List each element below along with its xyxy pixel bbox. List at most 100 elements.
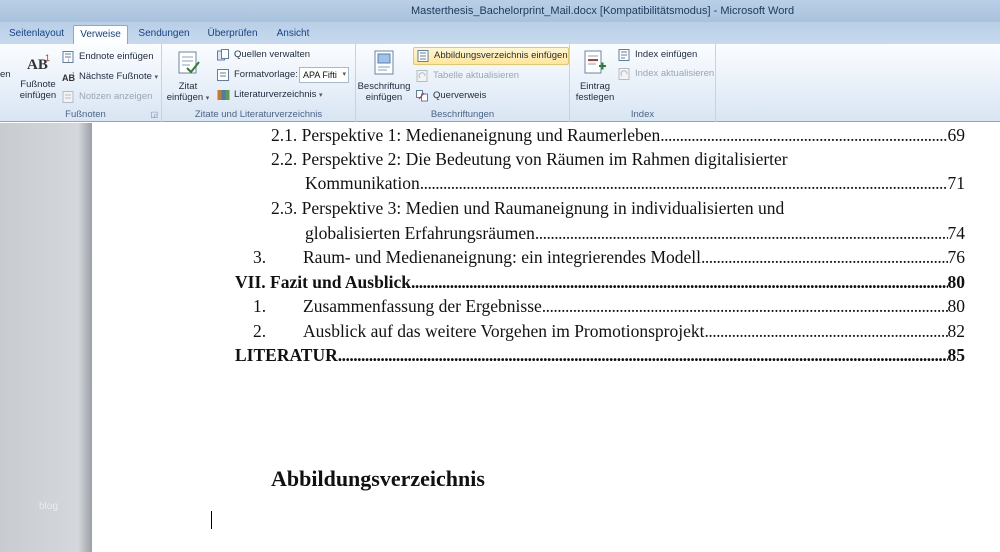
group-label-index: Index (630, 109, 655, 120)
chevron-down-icon: ▾ (205, 95, 210, 102)
index-icon (618, 49, 631, 61)
toc-page: 80 (947, 296, 966, 316)
toc-text: Perspektive 2: Die Bedeutung von Räumen … (301, 149, 788, 169)
style-select[interactable]: APA Fifti ▾ (299, 67, 349, 83)
toc-text: Perspektive 3: Medien und Raumaneignung … (301, 198, 785, 218)
toc-text: LITERATUR (235, 345, 338, 365)
next-footnote-icon: AB 1 (62, 71, 75, 83)
insert-caption-label-1: Beschriftung (357, 81, 411, 92)
toc-entry-continuation[interactable]: Kommunikation 71 (305, 172, 965, 194)
text-cursor (211, 511, 212, 529)
update-table-label: Tabelle aktualisieren (433, 70, 520, 81)
section-heading: Abbildungsverzeichnis (271, 466, 485, 491)
toc-page: 76 (947, 247, 966, 267)
endnote-icon: i (62, 51, 75, 64)
tab-seitenlayout[interactable]: Seitenlayout (9, 25, 64, 44)
toc-chapter[interactable]: VII. Fazit und Ausblick 80 (235, 271, 965, 293)
insert-caption-label-2: einfügen (365, 92, 403, 103)
toc-leader (411, 271, 947, 293)
tab-ueberpruefen[interactable]: Überprüfen (205, 25, 260, 44)
toc-leader (420, 172, 948, 194)
mark-entry-label-2: festlegen (575, 92, 615, 103)
insert-table-of-figures-label: Abbildungsverzeichnis einfügen (434, 50, 568, 61)
mark-entry-button[interactable]: Eintrag festlegen (572, 50, 618, 103)
sources-icon (217, 49, 230, 61)
toc-number: 2.2. (271, 149, 298, 169)
toc-text-cont: Kommunikation (305, 173, 420, 193)
toc-text: Zusammenfassung der Ergebnisse (303, 296, 542, 316)
toc-text-cont: globalisierten Erfahrungsräumen (305, 223, 535, 243)
cross-reference-label: Querverweis (433, 90, 487, 101)
toc-text: Raum- und Medienaneignung: ein integrier… (303, 247, 702, 267)
toc-leader (701, 246, 947, 268)
toc-number: 2. (253, 321, 267, 341)
chevron-down-icon: ▾ (342, 71, 346, 78)
toc-entry[interactable]: 2. Ausblick auf das weitere Vorgehen im P… (253, 320, 965, 342)
toc-number: 1. (253, 296, 267, 316)
group-label-citations: Zitate und Literaturverzeichnis (194, 109, 323, 120)
mark-entry-icon (572, 50, 618, 79)
toc-page: 85 (947, 345, 966, 365)
manage-sources-button[interactable]: Quellen verwalten (217, 46, 310, 64)
toc-page: 82 (947, 321, 966, 341)
insert-footnote-button[interactable]: AB 1 Fußnote einfügen (16, 52, 60, 101)
insert-caption-button[interactable]: Beschriftung einfügen (356, 50, 412, 103)
show-notes-button[interactable]: Notizen anzeigen (62, 88, 152, 106)
style-label-text: Formatvorlage: (234, 69, 298, 80)
toc-entry[interactable]: 2.3. Perspektive 3: Medien und Raumaneig… (271, 197, 784, 219)
group-footnotes: AB 1 Fußnote einfügen i Endnote einfügen… (10, 44, 162, 122)
toc-text: Perspektive 1: Medienaneignung und Raume… (301, 125, 661, 145)
tab-sendungen[interactable]: Sendungen (138, 25, 190, 44)
tab-ansicht[interactable]: Ansicht (274, 25, 312, 44)
insert-footnote-label-1: Fußnote (20, 79, 56, 90)
toc-page: 80 (947, 272, 966, 292)
title-bar: Masterthesis_Bachelorprint_Mail.docx [Ko… (0, 0, 1000, 22)
watermark: blog (39, 501, 58, 512)
chevron-down-icon: ▾ (154, 74, 159, 81)
svg-text:i: i (68, 58, 69, 63)
insert-endnote-button[interactable]: i Endnote einfügen (62, 48, 153, 66)
insert-citation-label-1: Zitat (178, 81, 198, 92)
dialog-launcher-icon[interactable]: ◲ (150, 110, 158, 119)
next-footnote-button[interactable]: AB 1 Nächste Fußnote ▾ (62, 68, 158, 86)
toc-entry[interactable]: 2.2. Perspektive 2: Die Bedeutung von Rä… (271, 148, 788, 170)
toc-entry[interactable]: 1. Zusammenfassung der Ergebnisse 80 (253, 295, 965, 317)
document-page[interactable]: 2.1. Perspektive 1: Medienaneignung und … (93, 123, 1000, 552)
insert-index-label: Index einfügen (635, 49, 698, 60)
bibliography-button[interactable]: Literaturverzeichnis ▾ (217, 86, 323, 104)
toc-leader (338, 344, 948, 366)
toc-page: 74 (947, 223, 966, 243)
style-icon (217, 69, 230, 81)
bibliography-label: Literaturverzeichnis (234, 89, 317, 100)
toc-leader (660, 124, 947, 146)
insert-index-button[interactable]: Index einfügen (618, 46, 697, 64)
toc-page: 69 (947, 125, 966, 145)
insert-citation-button[interactable]: Zitat einfügen ▾ (166, 50, 210, 104)
toc-entry[interactable]: 3. Raum- und Medienaneignung: ein integri… (253, 246, 965, 268)
tab-verweise[interactable]: Verweise (73, 25, 128, 45)
cross-reference-icon (416, 90, 429, 102)
group-label-captions: Beschriftungen (430, 109, 495, 120)
toc-entry[interactable]: 2.1. Perspektive 1: Medienaneignung und … (271, 124, 965, 146)
mark-entry-label-1: Eintrag (579, 81, 611, 92)
update-table-button[interactable]: Tabelle aktualisieren (416, 67, 519, 85)
cross-reference-button[interactable]: Querverweis (416, 87, 486, 105)
update-index-button[interactable]: Index aktualisieren (618, 65, 714, 83)
insert-table-of-figures-button[interactable]: Abbildungsverzeichnis einfügen (413, 47, 569, 65)
svg-text:1: 1 (45, 53, 50, 63)
window-title: Masterthesis_Bachelorprint_Mail.docx [Ko… (411, 5, 795, 17)
group-label-footnotes: Fußnoten (65, 109, 106, 120)
ribbon: en AB 1 Fußnote einfügen i Endnote einfü… (0, 44, 1000, 122)
group-citations: Zitat einfügen ▾ Quellen verwalten Forma… (162, 44, 356, 122)
ribbon-tabs: Seitenlayout Verweise Sendungen Überprüf… (0, 22, 1000, 45)
manage-sources-label: Quellen verwalten (234, 49, 311, 60)
style-select-value: APA Fifti (303, 70, 337, 80)
update-index-label: Index aktualisieren (635, 68, 715, 79)
insert-endnote-label: Endnote einfügen (79, 51, 154, 62)
toc-entry-continuation[interactable]: globalisierten Erfahrungsräumen 74 (305, 222, 965, 244)
toc-number: 2.1. (271, 125, 298, 145)
toc-chapter[interactable]: LITERATUR 85 (235, 344, 965, 366)
group-index: Eintrag festlegen Index einfügen Index a… (570, 44, 716, 122)
footnote-icon: AB 1 (16, 52, 60, 77)
toc-leader (704, 320, 947, 342)
